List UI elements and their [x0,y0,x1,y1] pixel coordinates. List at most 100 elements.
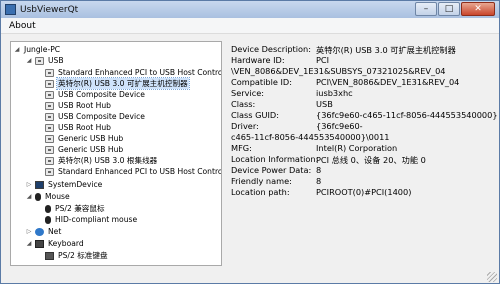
tree-item-label: Generic USB Hub [58,134,124,143]
resize-grip[interactable] [487,272,497,282]
tree-item-usb-device[interactable]: USB Root Hub [45,122,112,133]
window-controls: – □ ✕ [415,2,495,16]
tree-item-systemdevice[interactable]: ▷ SystemDevice [25,179,103,190]
usb-icon [45,90,54,99]
tree-item-label: SystemDevice [48,180,103,189]
prop-value: PCIROOT(0)#PCI(1400) [316,187,412,197]
tree-item-usb-device[interactable]: USB Composite Device [45,89,146,100]
tree-item-usb-device[interactable]: Generic USB Hub [45,133,124,144]
prop-label: Device Power Data: [231,165,312,175]
prop-label: Location path: [231,187,290,197]
tree-item-label: Keyboard [48,239,84,248]
prop-value: Intel(R) Corporation [316,143,398,153]
mouse-icon [45,204,51,213]
prop-value: {36fc9e60-c465-11cf-8056-444553540000} [316,110,498,120]
tree-item-label: PS/2 兼容鼠标 [55,204,105,213]
menu-about[interactable]: About [5,21,40,31]
tree-item-net[interactable]: ▷ Net [25,226,62,237]
prop-value: PCI 总线 0、设备 20、功能 0 [316,155,426,165]
app-window: UsbViewerQt – □ ✕ About ◢ Jungle-PC ◢ US… [0,0,500,284]
tree-item-mouse-device[interactable]: PS/2 兼容鼠标 [45,203,106,214]
tree-item-usb-device[interactable]: 英特尔(R) USB 3.0 根集线器 [45,155,158,166]
tree-item-label: HID-compliant mouse [55,215,138,224]
usb-icon [45,79,54,88]
tree-item-usb[interactable]: ◢ USB [25,55,65,66]
usb-icon [45,123,54,132]
prop-value: {36fc9e60- [316,121,363,131]
prop-label: Friendly name: [231,176,292,186]
usb-icon [45,156,54,165]
prop-hardware-id-cont: \VEN_8086&DEV_1E31&SUBSYS_07321025&REV_0… [231,66,446,76]
collapse-icon[interactable]: ◢ [25,240,33,248]
tree-item-label: Jungle-PC [24,45,61,54]
expand-icon[interactable]: ▷ [25,181,33,189]
monitor-icon [35,180,44,189]
close-button[interactable]: ✕ [461,2,495,16]
minimize-button[interactable]: – [415,2,437,16]
keyboard-icon [35,239,44,248]
tree-item-label: 英特尔(R) USB 3.0 根集线器 [58,156,158,165]
prop-label: Service: [231,88,265,98]
usb-icon [45,167,54,176]
device-tree[interactable]: ◢ Jungle-PC ◢ USB Standard Enhanced PCI … [10,41,222,266]
tree-item-keyboard[interactable]: ◢ Keyboard [25,238,85,249]
maximize-button[interactable]: □ [438,2,460,16]
tree-item-usb-device[interactable]: USB Composite Device [45,111,146,122]
tree-item-label: 英特尔(R) USB 3.0 可扩展主机控制器 [56,77,190,90]
tree-item-label: Generic USB Hub [58,145,124,154]
status-bar [1,271,499,283]
tree-item-usb-device-selected[interactable]: 英特尔(R) USB 3.0 可扩展主机控制器 [45,77,190,90]
network-icon [35,227,44,236]
tree-item-usb-device[interactable]: Standard Enhanced PCI to USB Host Contro… [45,166,222,177]
prop-label: Class GUID: [231,110,279,120]
keyboard-icon [45,251,54,260]
tree-item-usb-device[interactable]: Generic USB Hub [45,144,124,155]
tree-item-label: Standard Enhanced PCI to USB Host Contro… [58,167,222,176]
tree-item-label: Standard Enhanced PCI to USB Host Contro… [58,68,222,77]
tree-item-label: USB Root Hub [58,123,111,132]
prop-value: 8 [316,176,322,186]
prop-value: iusb3xhc [316,88,353,98]
tree-item-keyboard-device[interactable]: PS/2 标准键盘 [45,250,109,261]
mouse-icon [45,215,51,224]
prop-label: Hardware ID: [231,55,285,65]
tree-item-label: PS/2 标准键盘 [58,251,108,260]
collapse-icon[interactable]: ◢ [13,46,21,54]
tree-item-label: USB Composite Device [58,90,145,99]
app-icon [5,4,16,15]
usb-icon [45,101,54,110]
collapse-icon[interactable]: ◢ [25,193,33,201]
expand-icon[interactable]: ▷ [25,228,33,236]
prop-value: USB [316,99,333,109]
prop-value: 8 [316,165,322,175]
prop-value: PCI [316,55,330,65]
usb-icon [45,134,54,143]
tree-item-usb-device[interactable]: Standard Enhanced PCI to USB Host Contro… [45,67,222,78]
usb-icon [35,56,44,65]
tree-item-mouse[interactable]: ◢ Mouse [25,191,71,202]
usb-icon [45,145,54,154]
tree-item-root[interactable]: ◢ Jungle-PC [13,44,61,55]
tree-item-label: USB Root Hub [58,101,111,110]
prop-driver-cont: c465-11cf-8056-444553540000}\0011 [231,132,390,142]
prop-label: Class: [231,99,256,109]
prop-label: Driver: [231,121,259,131]
mouse-icon [35,192,41,201]
tree-item-label: Net [48,227,62,236]
prop-label: Compatible ID: [231,77,292,87]
tree-item-label: Mouse [45,192,70,201]
tree-item-label: USB [48,56,64,65]
window-title: UsbViewerQt [20,4,79,15]
prop-label: Location Information: [231,154,319,164]
prop-value: PCI\VEN_8086&DEV_1E31&REV_04 [316,77,460,87]
usb-icon [45,68,54,77]
tree-item-label: USB Composite Device [58,112,145,121]
usb-icon [45,112,54,121]
tree-item-usb-device[interactable]: USB Root Hub [45,100,112,111]
menu-bar: About [1,18,499,34]
title-bar[interactable]: UsbViewerQt – □ ✕ [1,1,499,18]
collapse-icon[interactable]: ◢ [25,57,33,65]
tree-item-mouse-device[interactable]: HID-compliant mouse [45,214,138,225]
prop-label: Device Description: [231,44,311,54]
prop-value: 英特尔(R) USB 3.0 可扩展主机控制器 [316,45,456,55]
